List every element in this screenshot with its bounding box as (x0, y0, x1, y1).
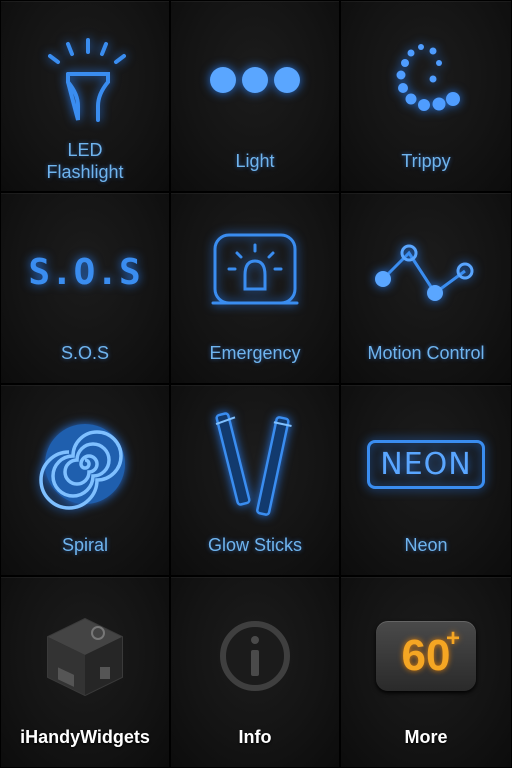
trippy-dots-icon (341, 25, 511, 135)
tile-ihandywidgets[interactable]: iHandyWidgets (0, 576, 170, 768)
tile-light[interactable]: Light (170, 0, 340, 192)
tile-led-flashlight[interactable]: LED Flashlight (0, 0, 170, 192)
tile-trippy[interactable]: Trippy (340, 0, 512, 192)
info-icon (171, 601, 339, 711)
widget-cube-icon (1, 601, 169, 711)
tile-label: LED Flashlight (46, 140, 124, 182)
tile-label: Light (235, 151, 275, 171)
sos-icon-text: S.O.S (28, 251, 142, 293)
tile-neon[interactable]: NEON Neon (340, 384, 512, 576)
tile-glow-sticks[interactable]: Glow Sticks (170, 384, 340, 576)
tile-spiral[interactable]: Spiral (0, 384, 170, 576)
tile-label: Info (238, 727, 272, 747)
sixty-plus-icon: 60 + (341, 601, 511, 711)
tile-label: Spiral (61, 535, 109, 555)
tile-label: Motion Control (367, 343, 485, 363)
tile-label: S.O.S (60, 343, 109, 363)
tile-motion-control[interactable]: Motion Control (340, 192, 512, 384)
flashlight-icon (1, 25, 169, 135)
tile-sos[interactable]: S.O.S S.O.S (0, 192, 170, 384)
glow-sticks-icon (171, 409, 339, 519)
emergency-beacon-icon (171, 217, 339, 327)
tile-label: iHandyWidgets (20, 727, 150, 747)
tile-label: More (404, 727, 448, 747)
tile-label: Emergency (209, 343, 301, 363)
tile-more[interactable]: 60 + More (340, 576, 512, 768)
neon-icon-text: NEON (380, 446, 472, 482)
light-dots-icon (171, 25, 339, 135)
tile-emergency[interactable]: Emergency (170, 192, 340, 384)
more-plus-text: + (445, 625, 460, 652)
motion-graph-icon (341, 217, 511, 327)
tile-label: Trippy (401, 151, 451, 171)
app-grid: LED Flashlight Light Trippy S.O.S S.O.S … (0, 0, 512, 768)
tile-label: Neon (404, 535, 448, 555)
sos-icon: S.O.S (1, 217, 169, 327)
spiral-icon (1, 409, 169, 519)
more-count-text: 60 (401, 631, 451, 680)
tile-info[interactable]: Info (170, 576, 340, 768)
neon-sign-icon: NEON (341, 409, 511, 519)
tile-label: Glow Sticks (207, 535, 303, 555)
